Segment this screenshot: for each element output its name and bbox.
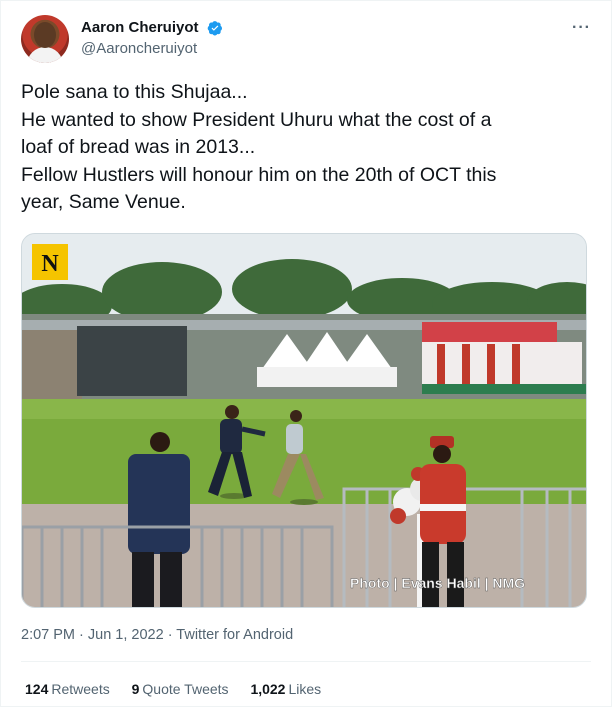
- avatar[interactable]: [21, 15, 69, 63]
- user-info[interactable]: Aaron Cheruiyot @Aaroncheruiyot: [81, 19, 223, 57]
- tweet-text-line: year, Same Venue.: [21, 191, 186, 213]
- quote-tweets-stat[interactable]: 9 Quote Tweets: [132, 681, 229, 697]
- tweet-text: Pole sana to this Shujaa... He wanted to…: [21, 79, 593, 217]
- photo-credit: Photo | Evans Habil | NMG: [350, 575, 525, 591]
- likes-count: 1,022: [250, 681, 286, 697]
- avatar-shirt: [27, 47, 63, 63]
- retweets-label: Retweets: [51, 681, 110, 697]
- likes-label: Likes: [288, 681, 322, 697]
- quotes-label: Quote Tweets: [142, 681, 229, 697]
- avatar-face: [34, 22, 56, 48]
- verified-badge-icon: [207, 20, 222, 36]
- tweet-header: Aaron Cheruiyot @Aaroncheruiyot ···: [21, 13, 591, 65]
- retweets-stat[interactable]: 124 Retweets: [25, 681, 110, 697]
- likes-stat[interactable]: 1,022 Likes: [250, 681, 321, 697]
- tweet-text-line: loaf of bread was in 2013...: [21, 136, 256, 158]
- photo-scene: N Photo | Evans Habil | NMG: [22, 234, 586, 607]
- tweet-text-line: Fellow Hustlers will honour him on the 2…: [21, 163, 497, 186]
- tweet-card: Aaron Cheruiyot @Aaroncheruiyot ··· Pole…: [0, 0, 612, 707]
- tweet-photo[interactable]: N Photo | Evans Habil | NMG: [21, 233, 587, 608]
- user-handle[interactable]: @Aaroncheruiyot: [81, 40, 223, 57]
- display-name[interactable]: Aaron Cheruiyot: [81, 19, 199, 36]
- more-options-icon[interactable]: ···: [572, 19, 591, 37]
- tweet-timestamp[interactable]: 2:07 PM · Jun 1, 2022 · Twitter for Andr…: [21, 627, 293, 643]
- retweets-count: 124: [25, 681, 49, 697]
- logo-letter: N: [41, 251, 59, 277]
- divider: [21, 661, 591, 662]
- quotes-count: 9: [131, 681, 140, 697]
- tweet-text-line: Pole sana to this Shujaa...: [21, 81, 248, 103]
- tweet-text-line: He wanted to show President Uhuru what t…: [21, 108, 492, 131]
- tweet-stats: 124 Retweets 9 Quote Tweets 1,022 Likes: [25, 681, 339, 697]
